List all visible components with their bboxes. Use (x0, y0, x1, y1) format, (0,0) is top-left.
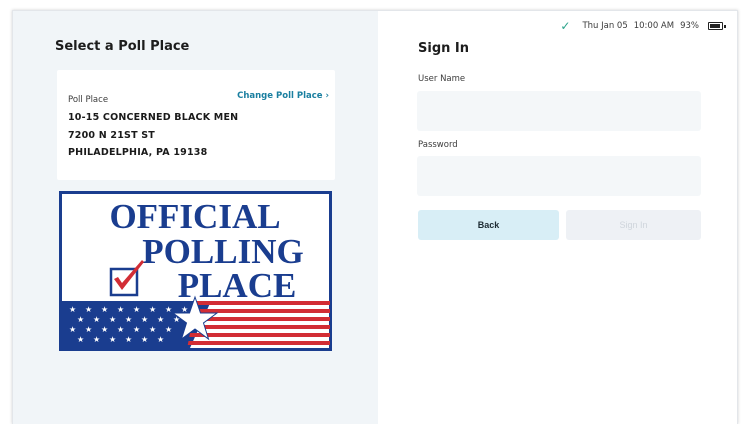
svg-text:★: ★ (157, 335, 164, 344)
password-input[interactable] (417, 156, 701, 196)
battery-icon (708, 22, 726, 30)
change-poll-place-link[interactable]: Change Poll Place › (237, 91, 329, 101)
poll-place-label: Poll Place (68, 95, 109, 105)
battery-percent: 93% (680, 21, 699, 31)
poll-place-pane: Select a Poll Place Poll Place Change Po… (13, 11, 378, 424)
status-time: 10:00 AM (633, 21, 675, 31)
password-label: Password (418, 140, 458, 150)
check-icon: ✓ (560, 19, 571, 33)
svg-text:★: ★ (165, 305, 172, 314)
svg-text:★: ★ (117, 325, 124, 334)
address-line-3: PHILADELPHIA, PA 19138 (68, 147, 208, 158)
sign-line-official: OFFICIAL (109, 197, 280, 236)
svg-text:★: ★ (69, 305, 76, 314)
svg-text:★: ★ (117, 305, 124, 314)
sign-in-button[interactable]: Sign In (566, 210, 701, 240)
svg-text:★: ★ (69, 325, 76, 334)
address-line-2: 7200 N 21ST ST (68, 130, 155, 141)
svg-text:★: ★ (109, 335, 116, 344)
sign-in-title: Sign In (418, 41, 469, 56)
svg-text:★: ★ (77, 335, 84, 344)
svg-text:★: ★ (133, 305, 140, 314)
svg-text:★: ★ (101, 305, 108, 314)
svg-text:★: ★ (85, 325, 92, 334)
svg-text:★: ★ (93, 335, 100, 344)
svg-text:★: ★ (101, 325, 108, 334)
svg-text:★: ★ (133, 325, 140, 334)
poll-place-title: Select a Poll Place (55, 39, 190, 54)
svg-text:★: ★ (85, 305, 92, 314)
back-button[interactable]: Back (418, 210, 559, 240)
svg-text:★: ★ (165, 325, 172, 334)
username-input[interactable] (417, 91, 701, 131)
device-screen: Select a Poll Place Poll Place Change Po… (12, 10, 738, 424)
svg-text:★: ★ (125, 315, 132, 324)
polling-place-sign-graphic: ★ ★ ★ ★ ★ ★ ★ ★ ★ ★ ★ ★ ★ ★ ★ ★ ★ ★ ★ ★ ★ ★ ★ ★ ★ ★ ★ ★ OFFICIAL… (59, 191, 332, 351)
svg-text:★: ★ (109, 315, 116, 324)
username-label: User Name (418, 74, 466, 84)
status-date: Thu Jan 05 (582, 21, 628, 31)
svg-text:★: ★ (157, 315, 164, 324)
svg-text:★: ★ (149, 325, 156, 334)
status-bar: ✓ Thu Jan 05 10:00 AM 93% (560, 19, 726, 33)
svg-text:★: ★ (77, 315, 84, 324)
svg-text:★: ★ (149, 305, 156, 314)
svg-text:★: ★ (125, 335, 132, 344)
svg-text:★: ★ (141, 315, 148, 324)
sign-line-place: PLACE (178, 266, 297, 305)
poll-place-card: Poll Place Change Poll Place › 10-15 CON… (57, 70, 335, 180)
svg-text:★: ★ (141, 335, 148, 344)
sign-in-pane: ✓ Thu Jan 05 10:00 AM 93% Sign In User N… (378, 11, 737, 424)
svg-text:★: ★ (93, 315, 100, 324)
official-polling-place-sign: ★ ★ ★ ★ ★ ★ ★ ★ ★ ★ ★ ★ ★ ★ ★ ★ ★ ★ ★ ★ ★ ★ ★ ★ ★ ★ ★ ★ OFFICIAL… (59, 191, 332, 351)
address-line-1: 10-15 CONCERNED BLACK MEN (68, 112, 239, 123)
